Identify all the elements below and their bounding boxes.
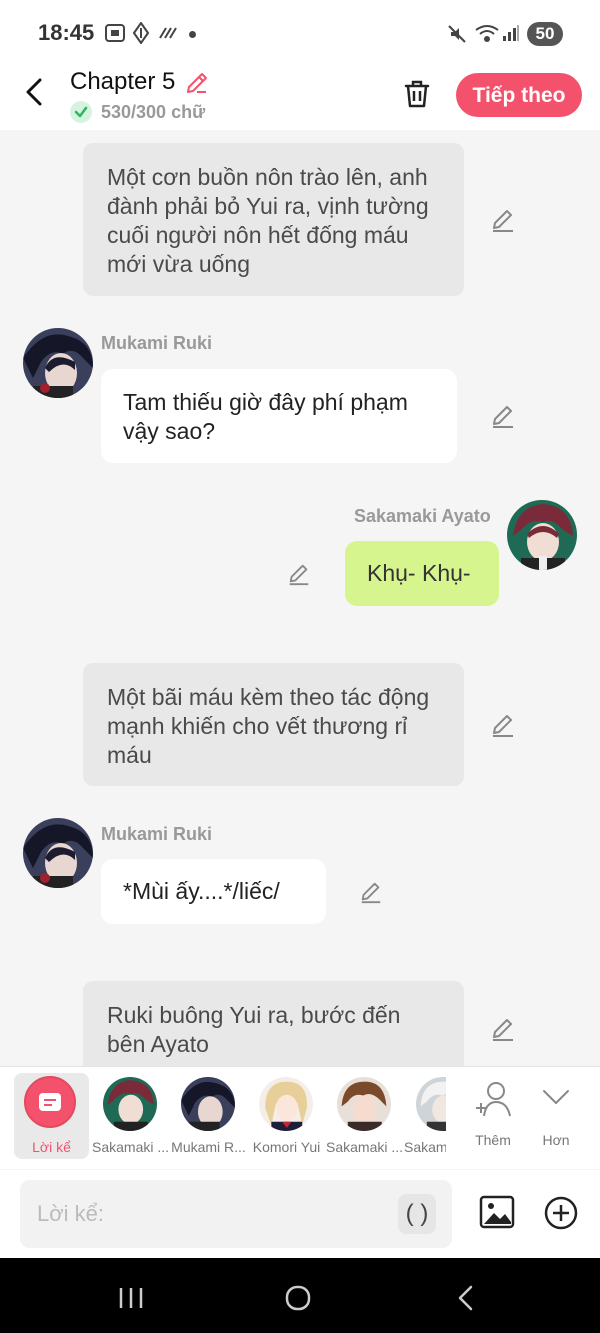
home-icon[interactable] (284, 1284, 312, 1317)
cell-signal-icon (502, 24, 520, 47)
next-button[interactable]: Tiếp theo (456, 73, 582, 117)
add-character-icon[interactable] (474, 1080, 514, 1123)
narration-bubble[interactable]: Một bãi máu kèm theo tác động mạnh khiến… (83, 663, 464, 786)
screenshot-icon (104, 23, 126, 48)
image-icon[interactable] (479, 1195, 515, 1234)
character-label: Sakamaki ... (326, 1139, 403, 1155)
notification-dot-icon (189, 31, 196, 38)
sender-name: Mukami Ruki (101, 333, 213, 353)
chevron-down-icon[interactable] (541, 1085, 571, 1114)
recent-apps-icon[interactable] (118, 1286, 144, 1315)
character-label: Sakamaki ... (92, 1139, 169, 1155)
character-label: Mukami R... (171, 1139, 246, 1155)
character-label: Lời kể (32, 1139, 71, 1155)
message-bubble[interactable]: *Mùi ấy....*/liếc/ (101, 859, 326, 924)
wifi-icon (474, 22, 500, 49)
edit-pencil-icon[interactable] (490, 403, 516, 434)
avatar-sakamaki-ayato[interactable] (507, 500, 577, 570)
character-label: Sakam (404, 1139, 446, 1155)
word-count: 530/300 chữ (101, 102, 206, 122)
signal-app-icon (132, 21, 150, 49)
status-time: 18:45 (38, 20, 95, 45)
message-bubble[interactable]: Tam thiếu giờ đây phí phạm vậy sao? (101, 369, 457, 463)
avatar-mukami-ruki[interactable] (181, 1077, 235, 1131)
data-saver-icon (158, 26, 178, 45)
edit-pencil-icon[interactable] (490, 207, 516, 238)
avatar-mukami-ruki[interactable] (23, 818, 93, 888)
mute-icon (447, 24, 467, 49)
character-label: Komori Yui (252, 1139, 321, 1155)
avatar-komori-yui[interactable] (259, 1077, 313, 1131)
avatar-sakamaki-ayato[interactable] (103, 1077, 157, 1131)
chapter-title: Chapter 5 (70, 68, 176, 95)
trash-icon[interactable] (401, 78, 433, 115)
edit-pencil-icon[interactable] (359, 880, 383, 909)
avatar-sakamaki[interactable] (337, 1077, 391, 1131)
edit-pencil-icon[interactable] (287, 562, 311, 591)
sender-name: Sakamaki Ayato (354, 506, 491, 526)
message-bubble[interactable]: Khụ- Khụ- (345, 541, 499, 606)
check-icon (70, 101, 92, 123)
edit-pencil-icon[interactable] (490, 712, 516, 743)
sender-name: Mukami Ruki (101, 824, 213, 844)
edit-pencil-icon[interactable] (490, 1016, 516, 1047)
battery-indicator: 50 (527, 22, 563, 46)
back-icon[interactable] (22, 76, 48, 108)
add-circle-icon[interactable] (543, 1195, 579, 1236)
avatar-mukami-ruki[interactable] (23, 328, 93, 398)
more-label[interactable]: Thêm (462, 1132, 524, 1148)
less-label[interactable]: Hơn (529, 1132, 583, 1148)
message-input[interactable] (20, 1180, 452, 1248)
narration-bubble[interactable]: Một cơn buồn nôn trào lên, anh đành phải… (83, 143, 464, 296)
edit-title-pencil-icon[interactable] (184, 70, 210, 101)
narrator-icon (24, 1076, 76, 1128)
action-paren-button[interactable]: ( ) (398, 1194, 436, 1234)
nav-back-icon[interactable] (456, 1285, 476, 1316)
